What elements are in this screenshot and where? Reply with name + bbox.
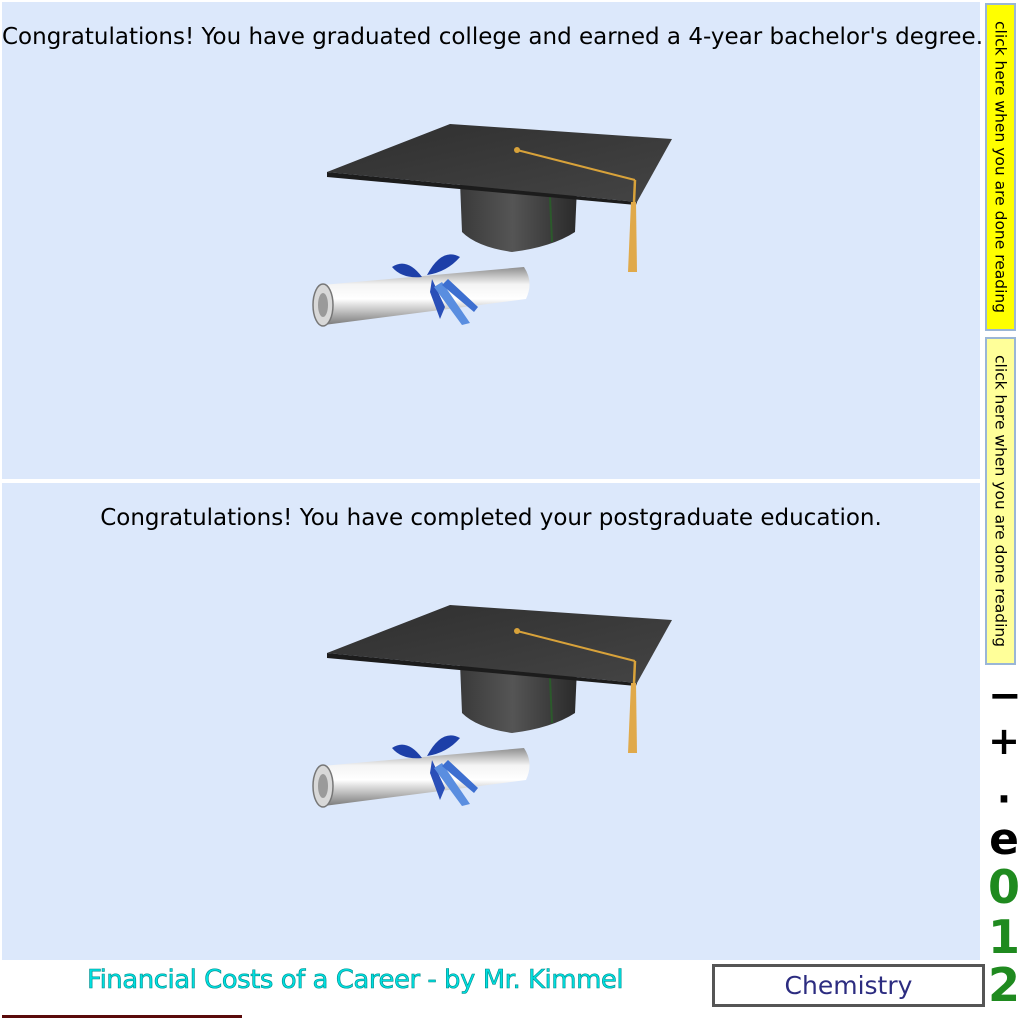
done-reading-button-2[interactable]: click here when you are done reading	[985, 337, 1016, 665]
app-title: Financial Costs of a Career - by Mr. Kim…	[87, 965, 624, 996]
diploma-scroll-icon	[311, 603, 674, 809]
done-reading-label-1: click here when you are done reading	[991, 20, 1010, 314]
exponent-key[interactable]: e	[988, 818, 1020, 862]
message-panel-2: Congratulations! You have completed your…	[2, 483, 980, 960]
message-panel-1: Congratulations! You have graduated coll…	[2, 2, 984, 479]
minus-key[interactable]: −	[988, 676, 1021, 716]
panel-1-message: Congratulations! You have graduated coll…	[2, 24, 984, 50]
plus-key[interactable]: +	[988, 722, 1020, 760]
panel-2-message: Congratulations! You have completed your…	[100, 505, 882, 531]
footer-divider	[2, 1015, 242, 1018]
digit-1-key[interactable]: 1	[988, 914, 1020, 960]
subject-selector[interactable]: Chemistry	[712, 964, 985, 1007]
done-reading-label-2: click here when you are done reading	[991, 354, 1010, 648]
digit-0-key[interactable]: 0	[988, 864, 1020, 910]
graduation-cap-icon	[311, 122, 674, 328]
digit-2-key[interactable]: 2	[988, 962, 1020, 1008]
done-reading-button-1[interactable]: click here when you are done reading	[985, 3, 1016, 331]
decimal-point-key[interactable]: ·	[988, 780, 1020, 818]
